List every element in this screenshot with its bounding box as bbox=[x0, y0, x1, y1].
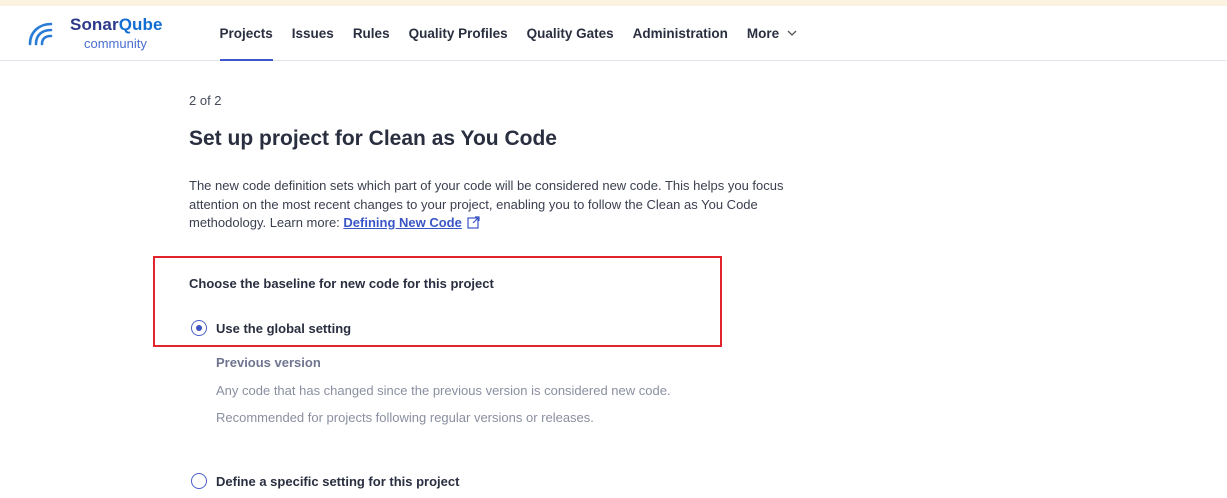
radio-define-specific-setting[interactable]: Define a specific setting for this proje… bbox=[191, 473, 459, 489]
top-navbar: SonarQube community Projects Issues Rule… bbox=[0, 6, 1227, 61]
radio-unchecked-icon[interactable] bbox=[191, 473, 207, 489]
page-title: Set up project for Clean as You Code bbox=[189, 127, 557, 150]
chevron-down-icon bbox=[787, 28, 797, 39]
logo-edition: community bbox=[84, 36, 147, 51]
global-setting-desc-2: Recommended for projects following regul… bbox=[216, 410, 594, 425]
nav-rules[interactable]: Rules bbox=[343, 6, 399, 61]
nav-projects[interactable]: Projects bbox=[210, 6, 282, 61]
intro-paragraph: The new code definition sets which part … bbox=[189, 177, 814, 235]
step-indicator: 2 of 2 bbox=[189, 93, 222, 108]
global-setting-desc-1: Any code that has changed since the prev… bbox=[216, 383, 671, 398]
nav-issues[interactable]: Issues bbox=[282, 6, 343, 61]
sonar-waves-icon bbox=[28, 22, 53, 46]
radio-specific-label: Define a specific setting for this proje… bbox=[216, 473, 460, 489]
sonarqube-logo[interactable]: SonarQube community bbox=[26, 13, 196, 55]
nav-more-label: More bbox=[746, 26, 780, 41]
nav-administration[interactable]: Administration bbox=[623, 6, 737, 61]
nav-more-dropdown[interactable]: More bbox=[737, 6, 806, 61]
nav-quality-gates[interactable]: Quality Gates bbox=[517, 6, 623, 61]
logo-brand: SonarQube bbox=[70, 15, 163, 34]
baseline-section-label: Choose the baseline for new code for thi… bbox=[189, 276, 494, 291]
external-link-icon[interactable] bbox=[467, 216, 480, 235]
radio-checked-icon[interactable] bbox=[191, 320, 207, 336]
nav-quality-profiles[interactable]: Quality Profiles bbox=[399, 6, 517, 61]
main-nav: Projects Issues Rules Quality Profiles Q… bbox=[210, 6, 807, 61]
radio-use-global-setting[interactable]: Use the global setting bbox=[191, 320, 351, 336]
defining-new-code-link[interactable]: Defining New Code bbox=[343, 215, 461, 230]
global-setting-title: Previous version bbox=[216, 355, 321, 370]
intro-text: The new code definition sets which part … bbox=[189, 178, 784, 230]
radio-global-label: Use the global setting bbox=[216, 320, 352, 336]
